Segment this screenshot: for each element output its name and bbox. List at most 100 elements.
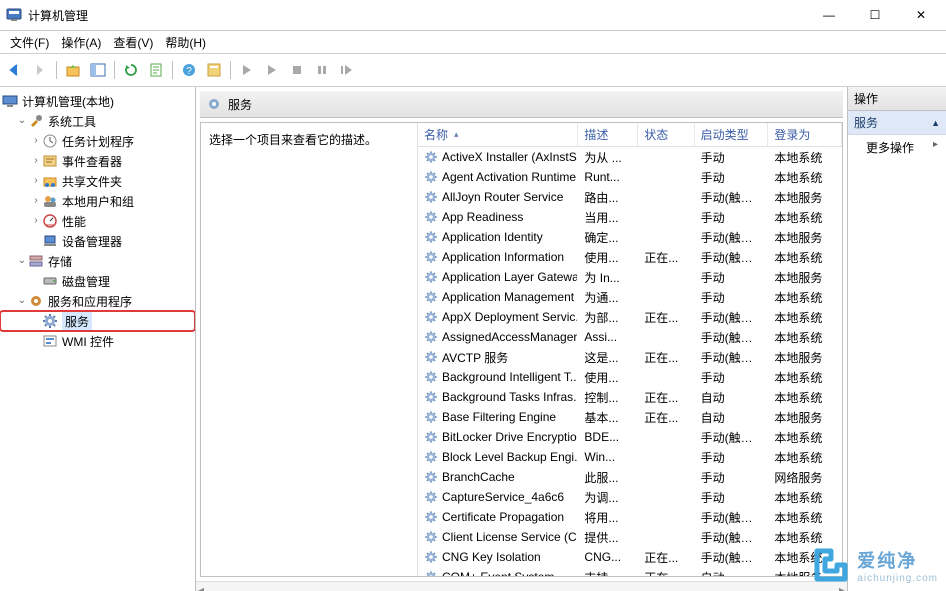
tree-services-apps[interactable]: ⌄ 服务和应用程序 [0, 291, 195, 311]
column-status[interactable]: 状态 [638, 123, 694, 146]
export-button[interactable] [145, 59, 167, 81]
maximize-button[interactable]: ☐ [852, 0, 898, 30]
svg-text:?: ? [186, 66, 192, 77]
help-button[interactable]: ? [178, 59, 200, 81]
expand-icon[interactable]: ⌄ [16, 256, 28, 266]
service-row[interactable]: Background Intelligent T...使用...手动本地系统 [418, 367, 842, 387]
service-row[interactable]: CNG Key IsolationCNG...正在...手动(触发...本地系统 [418, 547, 842, 567]
tree-root[interactable]: 计算机管理(本地) [0, 91, 195, 111]
service-row[interactable]: COM+ Event System支持...正在...自动本地服务 [418, 567, 842, 576]
service-startup: 手动(触发... [695, 548, 769, 567]
menu-view[interactable]: 查看(V) [109, 32, 157, 53]
service-startup: 手动(触发... [695, 528, 769, 547]
expand-icon[interactable]: › [30, 216, 42, 226]
navigation-tree[interactable]: 计算机管理(本地) ⌄ 系统工具 › 任务计划程序 › 事件查看器 › 共享文件… [0, 87, 196, 591]
service-row[interactable]: Block Level Backup Engi...Win...手动本地系统 [418, 447, 842, 467]
service-row[interactable]: Background Tasks Infras...控制...正在...自动本地… [418, 387, 842, 407]
back-button[interactable] [4, 59, 26, 81]
services-list[interactable]: 名称 ▴ 描述 状态 启动类型 登录为 ActiveX Installer (A… [418, 123, 842, 576]
service-row[interactable]: BitLocker Drive Encryptio...BDE...手动(触发.… [418, 427, 842, 447]
service-row[interactable]: Application Layer Gatewa...为 In...手动本地服务 [418, 267, 842, 287]
service-row[interactable]: Application Information使用...正在...手动(触发..… [418, 247, 842, 267]
expand-icon[interactable]: › [30, 156, 42, 166]
scroll-right-icon[interactable]: ▸ [839, 583, 845, 591]
service-row[interactable]: Agent Activation Runtime...Runt...手动本地系统 [418, 167, 842, 187]
chevron-right-icon: ▸ [933, 139, 938, 150]
service-row[interactable]: Application Management为通...手动本地系统 [418, 287, 842, 307]
menu-action[interactable]: 操作(A) [57, 32, 105, 53]
service-name: Application Identity [418, 229, 578, 245]
pane-header: 服务 [200, 91, 843, 118]
service-startup: 手动(触发... [695, 348, 769, 367]
service-logon: 本地系统 [768, 368, 842, 387]
service-row[interactable]: Application Identity确定...手动(触发...本地服务 [418, 227, 842, 247]
service-row[interactable]: AVCTP 服务这是...正在...手动(触发...本地服务 [418, 347, 842, 367]
actions-section[interactable]: 服务 ▲ [848, 111, 946, 135]
expand-icon[interactable]: › [30, 136, 42, 146]
service-startup: 自动 [695, 388, 769, 407]
close-button[interactable]: ✕ [898, 0, 944, 30]
service-row[interactable]: Base Filtering Engine基本...正在...自动本地服务 [418, 407, 842, 427]
list-header[interactable]: 名称 ▴ 描述 状态 启动类型 登录为 [418, 123, 842, 147]
service-desc: 支持... [578, 568, 638, 577]
service-status [638, 296, 694, 298]
pause-button[interactable] [311, 59, 333, 81]
tree-disk-management[interactable]: 磁盘管理 [0, 271, 195, 291]
tree-event-viewer[interactable]: › 事件查看器 [0, 151, 195, 171]
show-hide-tree-button[interactable] [87, 59, 109, 81]
tree-wmi[interactable]: WMI 控件 [0, 331, 195, 351]
service-desc: 为通... [578, 288, 638, 307]
service-row[interactable]: ActiveX Installer (AxInstSV)为从 ...手动本地系统 [418, 147, 842, 167]
service-row[interactable]: App Readiness当用...手动本地系统 [418, 207, 842, 227]
service-name: BitLocker Drive Encryptio... [418, 429, 578, 445]
properties-button[interactable] [203, 59, 225, 81]
minimize-button[interactable]: — [806, 0, 852, 30]
expand-icon[interactable]: ⌄ [16, 296, 28, 306]
restart-button[interactable] [336, 59, 358, 81]
up-button[interactable] [62, 59, 84, 81]
service-startup: 手动(触发... [695, 308, 769, 327]
service-row[interactable]: Certificate Propagation将用...手动(触发...本地系统 [418, 507, 842, 527]
service-status [638, 516, 694, 518]
service-row[interactable]: AllJoyn Router Service路由...手动(触发...本地服务 [418, 187, 842, 207]
expand-icon[interactable]: › [30, 176, 42, 186]
tree-shared-folders[interactable]: › 共享文件夹 [0, 171, 195, 191]
tree-system-tools[interactable]: ⌄ 系统工具 [0, 111, 195, 131]
column-name[interactable]: 名称 ▴ [418, 123, 578, 146]
column-description[interactable]: 描述 [578, 123, 638, 146]
tree-performance[interactable]: › 性能 [0, 211, 195, 231]
play2-button[interactable] [261, 59, 283, 81]
actions-more[interactable]: 更多操作 ▸ [848, 135, 946, 160]
service-startup: 手动(触发... [695, 328, 769, 347]
tree-services[interactable]: 服务 [0, 311, 195, 331]
service-row[interactable]: CaptureService_4a6c6为调...手动本地系统 [418, 487, 842, 507]
stop-button[interactable] [286, 59, 308, 81]
expand-icon[interactable]: › [30, 196, 42, 206]
column-startup[interactable]: 启动类型 [695, 123, 769, 146]
tree-local-users[interactable]: › 本地用户和组 [0, 191, 195, 211]
column-logon[interactable]: 登录为 [768, 123, 842, 146]
collapse-icon[interactable]: ▲ [931, 118, 940, 128]
tree-device-manager[interactable]: 设备管理器 [0, 231, 195, 251]
expand-icon[interactable]: ⌄ [16, 116, 28, 126]
service-row[interactable]: AssignedAccessManager...Assi...手动(触发...本… [418, 327, 842, 347]
service-row[interactable]: AppX Deployment Servic...为部...正在...手动(触发… [418, 307, 842, 327]
horizontal-scrollbar[interactable]: ◂ ▸ [196, 581, 847, 591]
tree-storage[interactable]: ⌄ 存储 [0, 251, 195, 271]
scroll-left-icon[interactable]: ◂ [198, 583, 204, 591]
menu-help[interactable]: 帮助(H) [161, 32, 210, 53]
menu-file[interactable]: 文件(F) [6, 32, 53, 53]
refresh-button[interactable] [120, 59, 142, 81]
users-icon [42, 193, 58, 209]
gear-icon [42, 313, 58, 329]
service-row[interactable]: Client License Service (Cli...提供...手动(触发… [418, 527, 842, 547]
service-name: Certificate Propagation [418, 509, 578, 525]
play-button[interactable] [236, 59, 258, 81]
service-status [638, 216, 694, 218]
service-status: 正在... [638, 388, 694, 407]
tree-task-scheduler[interactable]: › 任务计划程序 [0, 131, 195, 151]
forward-button[interactable] [29, 59, 51, 81]
service-logon: 本地系统 [768, 508, 842, 527]
service-status: 正在... [638, 248, 694, 267]
service-row[interactable]: BranchCache此服...手动网络服务 [418, 467, 842, 487]
